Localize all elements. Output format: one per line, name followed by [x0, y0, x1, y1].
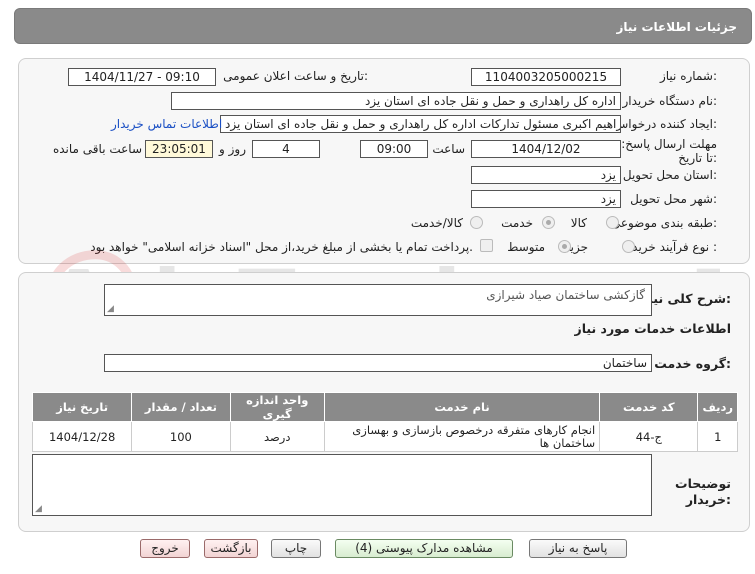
- process-radio-minor[interactable]: [622, 240, 635, 253]
- page-header: جزئیات اطلاعات نیاز: [14, 8, 752, 44]
- buyer-org-label: نام دستگاه خریدار:: [622, 94, 718, 108]
- category-option-service: خدمت: [501, 216, 533, 230]
- announce-date-field: 1404/11/27 - 09:10: [68, 68, 216, 86]
- cell-row: 1: [697, 421, 738, 452]
- requester-field: ابراهیم اکبری مسئول تدارکات اداره کل راه…: [220, 115, 621, 133]
- treasury-payment-note: پرداخت تمام یا بخشی از مبلغ خرید،از محل …: [90, 240, 473, 254]
- category-option-goods-service: کالا/خدمت: [410, 216, 463, 230]
- province-field: یزد: [471, 166, 621, 184]
- col-service-code: کد خدمت: [599, 392, 699, 422]
- days-remaining-field: 4: [252, 140, 320, 158]
- buyer-notes-textarea[interactable]: ◢: [32, 454, 652, 516]
- process-radio-medium[interactable]: [558, 240, 571, 253]
- col-need-date: تاریخ نیاز: [31, 392, 133, 422]
- need-number-field: 1104003205000215: [471, 68, 621, 86]
- general-desc-label: شرح کلی نیاز:: [641, 291, 732, 306]
- deadline-time-field: 09:00: [360, 140, 428, 158]
- announce-date-label: تاریخ و ساعت اعلان عمومی:: [223, 69, 368, 83]
- buyer-notes-label: توضیحات خریدار:: [675, 476, 731, 507]
- city-label: شهر محل تحویل:: [630, 192, 717, 206]
- page-title: جزئیات اطلاعات نیاز: [616, 20, 737, 34]
- col-service-name: نام خدمت: [323, 392, 601, 422]
- services-table-header: ردیف کد خدمت نام خدمت واحد اندازه گیری ت…: [31, 392, 738, 422]
- category-option-goods: کالا: [570, 216, 587, 230]
- cell-service-code: ج-44: [599, 421, 699, 452]
- view-attachments-button[interactable]: مشاهده مدارک پیوستی (4): [335, 539, 513, 558]
- col-row: ردیف: [697, 392, 738, 422]
- remaining-time-field: 23:05:01: [145, 140, 213, 158]
- deadline-date-field: 1404/12/02: [471, 140, 621, 158]
- service-group-label: گروه خدمت:: [654, 356, 731, 371]
- service-group-field: ساختمان: [104, 354, 652, 372]
- general-desc-text: گازکشی ساختمان صیاد شیرازی: [486, 288, 645, 302]
- resize-grip-icon[interactable]: ◢: [35, 505, 42, 514]
- col-unit: واحد اندازه گیری: [229, 392, 325, 422]
- requester-label: ایجاد کننده درخواست:: [606, 117, 717, 131]
- print-button[interactable]: چاپ: [271, 539, 321, 558]
- days-label: روز و: [219, 142, 246, 156]
- cell-unit: درصد: [229, 421, 325, 452]
- cell-need-date: 1404/12/28: [31, 421, 133, 452]
- resize-grip-icon[interactable]: ◢: [107, 305, 114, 314]
- need-number-label: شماره نیاز:: [659, 69, 717, 83]
- province-label: استان محل تحویل:: [622, 168, 717, 182]
- exit-button[interactable]: خروج: [140, 539, 190, 558]
- table-row: 1 ج-44 انجام کارهای متفرقه درخصوص بازساز…: [31, 421, 738, 452]
- category-label: طبقه بندی موضوعی:: [610, 216, 717, 230]
- reply-button[interactable]: پاسخ به نیاز: [529, 539, 627, 558]
- services-section-title: اطلاعات خدمات مورد نیاز: [574, 321, 732, 336]
- services-table: ردیف کد خدمت نام خدمت واحد اندازه گیری ت…: [31, 392, 738, 452]
- city-field: یزد: [471, 190, 621, 208]
- cell-quantity: 100: [131, 421, 231, 452]
- deadline-time-label: ساعت: [432, 142, 465, 156]
- remaining-time-label: ساعت باقی مانده: [52, 142, 142, 156]
- deadline-label: مهلت ارسال پاسخ: تا تاریخ:: [621, 137, 717, 165]
- process-option-medium: متوسط: [507, 240, 545, 254]
- category-radio-goods[interactable]: [606, 216, 619, 229]
- category-radio-service[interactable]: [542, 216, 555, 229]
- buyer-contact-link[interactable]: اطلاعات تماس خریدار: [111, 117, 222, 131]
- process-label: نوع فرآیند خرید :: [632, 240, 717, 254]
- general-desc-textarea[interactable]: گازکشی ساختمان صیاد شیرازی ◢: [104, 284, 652, 316]
- treasury-payment-checkbox[interactable]: [480, 239, 493, 252]
- back-button[interactable]: بازگشت: [204, 539, 258, 558]
- buyer-org-field: اداره کل راهداری و حمل و نقل جاده ای است…: [171, 92, 621, 110]
- category-radio-goods-service[interactable]: [470, 216, 483, 229]
- cell-service-name: انجام کارهای متفرقه درخصوص بازسازی و بهس…: [323, 421, 601, 452]
- col-quantity: تعداد / مقدار: [131, 392, 231, 422]
